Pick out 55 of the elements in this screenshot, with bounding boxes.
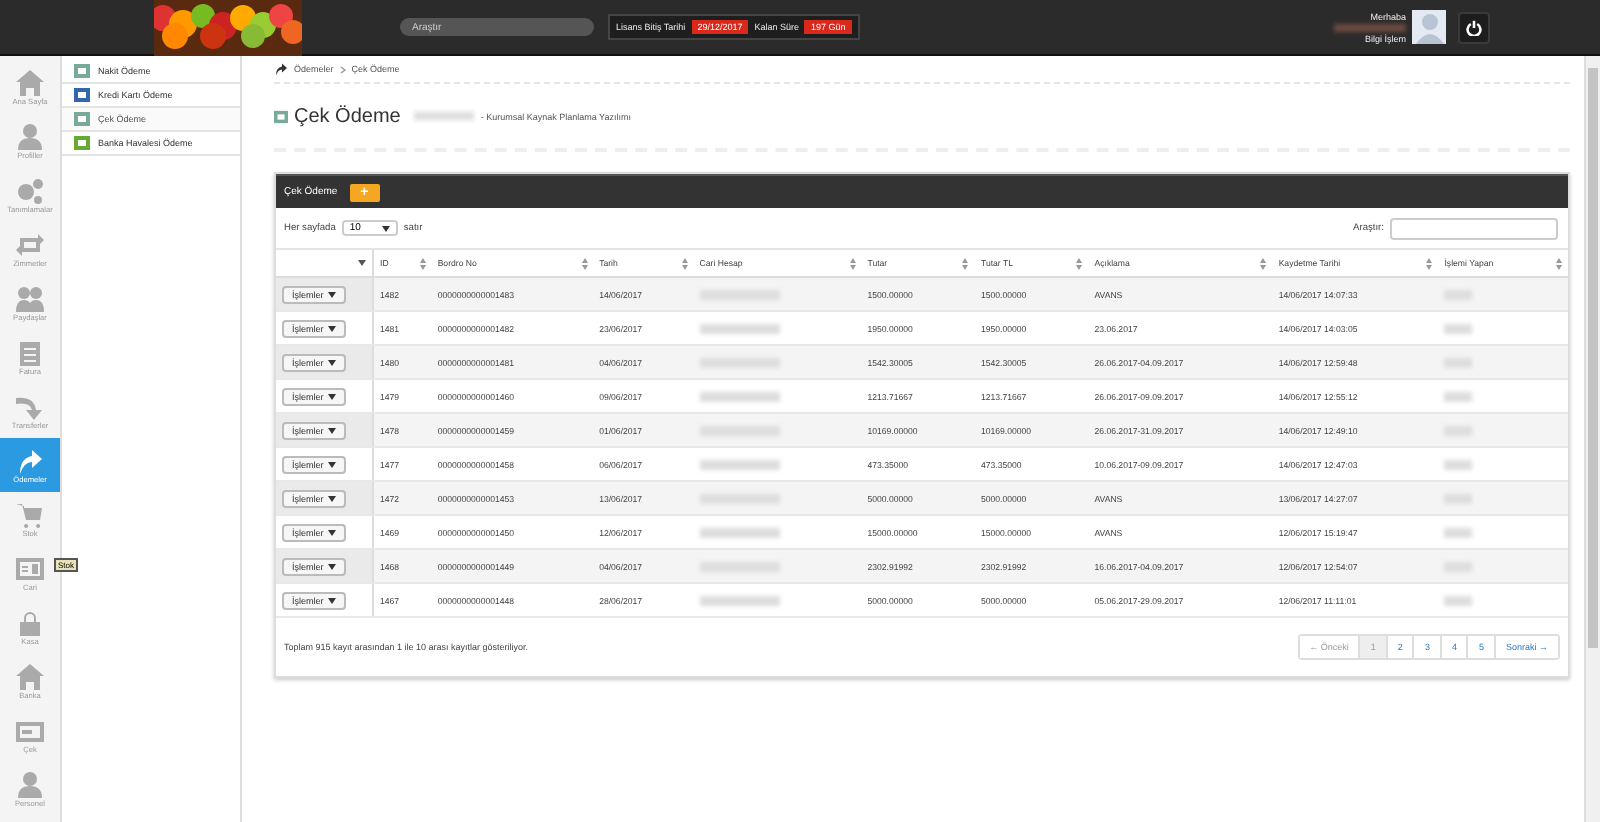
caret-icon bbox=[327, 359, 336, 365]
blurred-text bbox=[1444, 527, 1473, 538]
caret-icon[interactable] bbox=[358, 260, 366, 266]
user-icon bbox=[16, 771, 44, 797]
caret-icon bbox=[327, 427, 336, 433]
card-icon bbox=[16, 555, 44, 581]
share-icon bbox=[16, 447, 44, 473]
share-icon bbox=[274, 62, 288, 76]
sort-icon[interactable] bbox=[681, 257, 688, 269]
caret-icon bbox=[327, 291, 336, 297]
blurred-text bbox=[699, 323, 780, 334]
blurred-text bbox=[1444, 391, 1473, 402]
power-button[interactable] bbox=[1458, 11, 1490, 43]
sort-icon[interactable] bbox=[419, 257, 426, 269]
sort-icon[interactable] bbox=[849, 257, 856, 269]
swap-icon bbox=[16, 231, 44, 257]
users-icon bbox=[16, 285, 44, 311]
power-icon bbox=[1466, 19, 1482, 35]
avatar[interactable] bbox=[1412, 10, 1446, 44]
blurred-text bbox=[699, 391, 780, 402]
sort-icon[interactable] bbox=[962, 257, 969, 269]
sort-icon[interactable] bbox=[1260, 257, 1267, 269]
caret-icon bbox=[327, 529, 336, 535]
caret-icon bbox=[381, 225, 390, 231]
sort-icon[interactable] bbox=[1556, 257, 1562, 269]
blurred-text bbox=[1444, 323, 1473, 334]
table-search-field[interactable] bbox=[1390, 217, 1558, 239]
blurred-text bbox=[1334, 23, 1406, 31]
gears-icon bbox=[16, 177, 44, 203]
blurred-text bbox=[699, 595, 780, 606]
sort-icon[interactable] bbox=[1076, 257, 1083, 269]
lock-icon bbox=[16, 609, 44, 635]
blurred-text bbox=[1444, 595, 1473, 606]
sort-icon[interactable] bbox=[581, 257, 588, 269]
sort-icon[interactable] bbox=[1426, 257, 1433, 269]
blurred-text bbox=[1444, 459, 1473, 470]
cart-icon bbox=[16, 501, 44, 527]
chevron-icon bbox=[339, 65, 346, 73]
caret-icon bbox=[327, 461, 336, 467]
home-icon bbox=[16, 663, 44, 689]
caret-icon bbox=[327, 393, 336, 399]
arrow-icon bbox=[16, 393, 44, 419]
clipboard-icon bbox=[16, 339, 44, 365]
blurred-text bbox=[699, 459, 780, 470]
payment-icon bbox=[274, 109, 288, 123]
caret-icon bbox=[327, 495, 336, 501]
caret-icon bbox=[327, 563, 336, 569]
home-icon bbox=[16, 69, 44, 95]
caret-icon bbox=[327, 325, 336, 331]
user-icon bbox=[16, 123, 44, 149]
blurred-text bbox=[699, 527, 780, 538]
check-icon bbox=[16, 717, 44, 743]
page-title: Çek Ödeme bbox=[294, 105, 401, 127]
scrollbar[interactable] bbox=[1584, 56, 1600, 822]
caret-icon bbox=[327, 597, 336, 603]
